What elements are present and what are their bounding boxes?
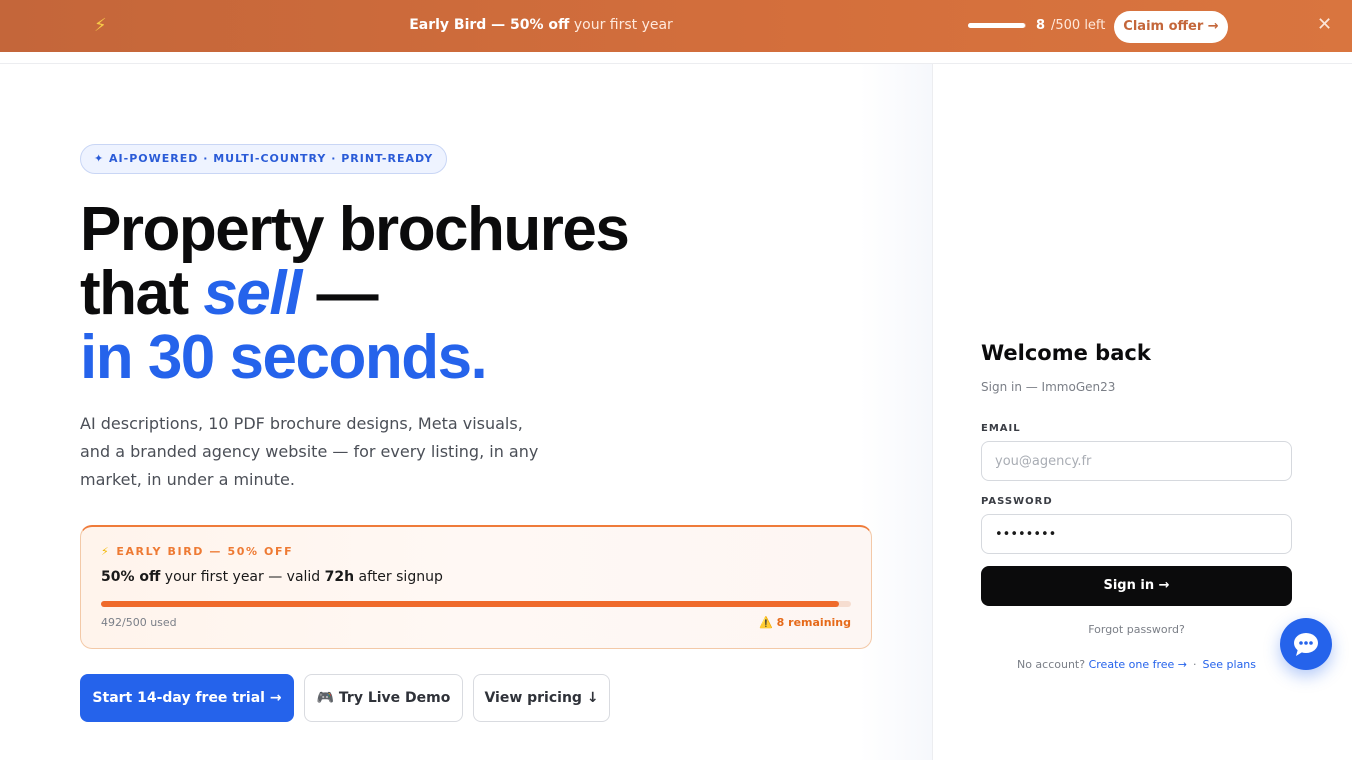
live-demo-button[interactable]: 🎮 Try Live Demo bbox=[304, 674, 463, 722]
panel-divider bbox=[932, 64, 933, 760]
banner-progress-bar bbox=[968, 23, 1026, 28]
login-subtitle: Sign in — ImmoGen23 bbox=[981, 380, 1116, 394]
header-divider bbox=[0, 63, 1352, 64]
forgot-password-link[interactable]: Forgot password? bbox=[981, 623, 1292, 636]
view-pricing-button[interactable]: View pricing ↓ bbox=[473, 674, 610, 722]
chat-bubble-icon bbox=[1294, 633, 1318, 656]
email-label: EMAIL bbox=[981, 423, 1021, 434]
early-bird-progress-bar bbox=[101, 601, 851, 607]
email-field[interactable] bbox=[981, 441, 1292, 481]
sign-in-button[interactable]: Sign in → bbox=[981, 566, 1292, 606]
signup-prompt: No account? Create one free → · See plans bbox=[1016, 658, 1257, 671]
early-bird-offer: 50% off your first year — valid 72h afte… bbox=[101, 569, 443, 585]
banner-remaining-count: 8 bbox=[1036, 18, 1046, 33]
start-trial-button[interactable]: Start 14-day free trial → bbox=[80, 674, 294, 722]
early-bird-progress-fill bbox=[101, 601, 839, 607]
password-label: PASSWORD bbox=[981, 496, 1053, 507]
create-account-link[interactable]: Create one free → bbox=[1089, 658, 1187, 671]
hero-heading-line-1: Property brochures bbox=[80, 195, 630, 264]
early-bird-used: 492/500 used bbox=[101, 616, 177, 629]
hero-subtitle: AI descriptions, 10 PDF brochure designs… bbox=[80, 414, 539, 489]
promo-banner: ⚡ Early Bird — 50% off your first year 8… bbox=[0, 0, 1352, 52]
early-bird-kicker: ⚡ EARLY BIRD — 50% OFF bbox=[101, 545, 294, 558]
panel-shadow bbox=[860, 64, 932, 760]
feature-tag: ✦ AI-POWERED · MULTI-COUNTRY · PRINT-REA… bbox=[80, 144, 448, 174]
hero-heading-line-2: that sell — bbox=[80, 259, 379, 328]
hero-heading-emphasis: sell bbox=[203, 259, 302, 328]
banner-message: Early Bird — 50% off your first year bbox=[409, 17, 673, 33]
lightning-icon: ⚡ bbox=[101, 545, 111, 558]
early-bird-remaining: ⚠️ 8 remaining bbox=[759, 616, 851, 629]
password-field[interactable] bbox=[981, 514, 1292, 554]
see-plans-link[interactable]: See plans bbox=[1203, 658, 1257, 671]
claim-offer-button[interactable]: Claim offer → bbox=[1114, 11, 1228, 43]
close-icon[interactable]: ✕ bbox=[1317, 14, 1332, 35]
hero-heading-line-3: in 30 seconds. bbox=[80, 323, 488, 392]
banner-remaining-suffix: /500 left bbox=[1051, 18, 1106, 33]
early-bird-card: ⚡ EARLY BIRD — 50% OFF 50% off your first… bbox=[80, 525, 872, 649]
chat-button[interactable] bbox=[1280, 618, 1332, 670]
login-title: Welcome back bbox=[981, 341, 1151, 365]
banner-progress-fill bbox=[968, 23, 1026, 28]
